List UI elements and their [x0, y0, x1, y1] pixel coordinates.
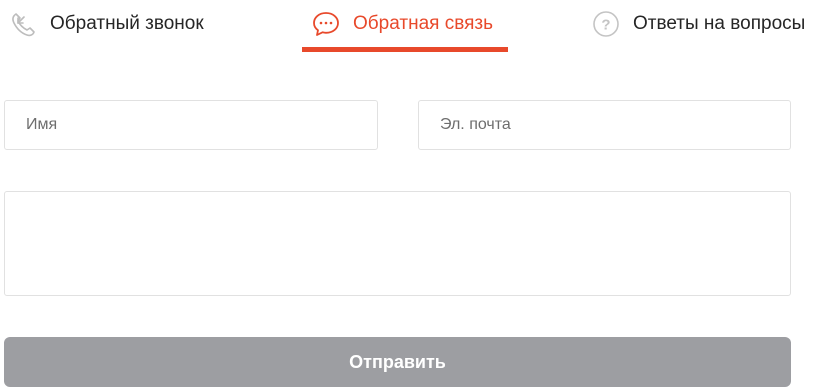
svg-text:?: ? [601, 17, 610, 34]
chat-bubble-icon [311, 9, 341, 39]
phone-callback-icon [8, 9, 38, 39]
name-input[interactable] [4, 100, 378, 150]
message-textarea[interactable] [4, 191, 791, 296]
tab-feedback[interactable]: Обратная связь [311, 0, 493, 48]
submit-button[interactable]: Отправить [4, 337, 791, 387]
active-tab-indicator [302, 47, 508, 52]
tab-faq[interactable]: ? Ответы на вопросы [591, 0, 805, 48]
email-input[interactable] [418, 100, 791, 150]
question-circle-icon: ? [591, 9, 621, 39]
tab-feedback-label: Обратная связь [353, 13, 493, 34]
tab-faq-label: Ответы на вопросы [633, 13, 806, 34]
tab-callback[interactable]: Обратный звонок [8, 0, 204, 48]
tab-callback-label: Обратный звонок [50, 13, 204, 34]
tab-bar: Обратный звонок Обратная связь ? Ответы … [0, 0, 820, 56]
